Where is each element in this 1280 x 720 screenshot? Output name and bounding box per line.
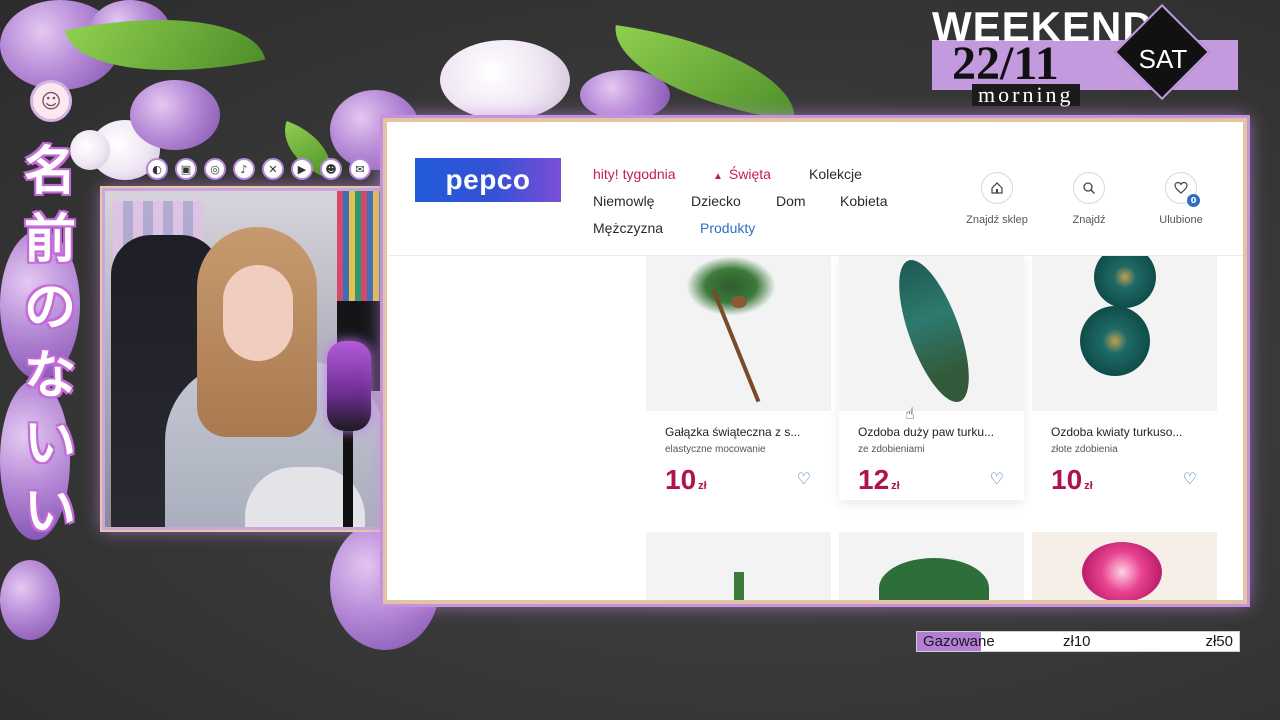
search-button[interactable]: Znajdź bbox=[1051, 172, 1127, 226]
mouse-cursor-icon: ☝ bbox=[905, 404, 915, 423]
youtube-icon: ▶ bbox=[291, 158, 313, 180]
product-card[interactable]: Gałązka świąteczna z s... elastyczne moc… bbox=[646, 256, 831, 500]
search-icon bbox=[1073, 172, 1105, 204]
nav-mezczyzna[interactable]: Mężczyzna bbox=[593, 220, 700, 236]
title-char: い bbox=[23, 482, 76, 542]
product-price: 12 zł bbox=[858, 464, 900, 496]
donation-goal-bar: Gazowane zł10 zł50 bbox=[916, 631, 1240, 652]
nav-dom[interactable]: Dom bbox=[776, 193, 840, 209]
twitch-icon: ▣ bbox=[175, 158, 197, 180]
weekend-badge: WEEKEND 22/11 morning SAT bbox=[932, 3, 1240, 106]
find-store-button[interactable]: Znajdź sklep bbox=[959, 172, 1035, 226]
pepco-logo[interactable]: pepco bbox=[415, 158, 561, 202]
product-subtitle: ze zdobieniami bbox=[858, 444, 925, 455]
product-grid: Gałązka świąteczna z s... elastyczne moc… bbox=[646, 256, 1226, 600]
nav-swieta-label: Święta bbox=[728, 165, 771, 182]
price-currency: zł bbox=[891, 480, 900, 492]
add-to-favorites-icon[interactable]: ♡ bbox=[797, 469, 811, 488]
product-title[interactable]: Ozdoba duży paw turku... bbox=[858, 425, 1008, 439]
microphone bbox=[327, 341, 371, 431]
webcam-feed bbox=[102, 188, 410, 530]
product-image[interactable] bbox=[646, 532, 831, 600]
price-currency: zł bbox=[1084, 480, 1093, 492]
avatar-badge: ☺ bbox=[30, 80, 72, 122]
product-subtitle: złote zdobienia bbox=[1051, 444, 1118, 455]
favorites-label: Ulubione bbox=[1159, 214, 1203, 226]
find-store-label: Znajdź sklep bbox=[966, 214, 1028, 226]
price-value: 10 bbox=[1051, 464, 1083, 495]
title-char: な bbox=[23, 346, 76, 406]
price-currency: zł bbox=[698, 480, 707, 492]
header-actions: Znajdź sklep Znajdź 0 Ulubione bbox=[959, 172, 1219, 226]
goal-current: zł10 bbox=[1063, 633, 1091, 650]
nav-kobieta[interactable]: Kobieta bbox=[840, 193, 887, 209]
cam-mic-arm bbox=[343, 431, 353, 527]
product-title[interactable]: Gałązka świąteczna z s... bbox=[665, 425, 815, 439]
title-char: 前 bbox=[23, 210, 76, 270]
discord-icon: ☻ bbox=[320, 158, 342, 180]
product-price: 10 zł bbox=[665, 464, 707, 496]
cam-person-face bbox=[223, 265, 293, 361]
title-char: 名 bbox=[23, 142, 76, 202]
product-card[interactable]: Ozdoba duży paw turku... ze zdobieniami … bbox=[839, 256, 1024, 500]
heart-icon: 0 bbox=[1165, 172, 1200, 207]
search-label: Znajdź bbox=[1072, 214, 1106, 226]
main-nav: hity! tygodnia ▲ Święta Kolekcje Niemowlę… bbox=[593, 160, 913, 241]
home-icon bbox=[981, 172, 1013, 204]
site-header: pepco hity! tygodnia ▲ Święta Kolekcje Ni… bbox=[387, 122, 1243, 256]
weekend-day: SAT bbox=[1138, 44, 1188, 74]
tree-icon: ▲ bbox=[713, 170, 723, 182]
goal-label: Gazowane bbox=[923, 633, 995, 650]
nav-niemowle[interactable]: Niemowlę bbox=[593, 193, 691, 209]
favorites-count-badge: 0 bbox=[1187, 194, 1200, 207]
nav-produkty[interactable]: Produkty bbox=[700, 220, 755, 236]
instagram-icon: ◎ bbox=[204, 158, 226, 180]
mail-icon: ✉ bbox=[349, 158, 371, 180]
vertical-title: 名 前 の な い い bbox=[20, 140, 80, 544]
price-value: 12 bbox=[858, 464, 890, 495]
price-value: 10 bbox=[665, 464, 697, 495]
product-subtitle: elastyczne mocowanie bbox=[665, 444, 766, 455]
nav-kolekcje[interactable]: Kolekcje bbox=[809, 166, 862, 182]
nav-hity-tygodnia[interactable]: hity! tygodnia bbox=[593, 166, 713, 182]
product-card[interactable]: Ozdoba kwiaty turkuso... złote zdobienia… bbox=[1032, 256, 1217, 500]
social-icons: ◐ ▣ ◎ ♪ ✕ ▶ ☻ ✉ bbox=[146, 158, 371, 180]
product-image[interactable] bbox=[1032, 532, 1217, 600]
product-price: 10 zł bbox=[1051, 464, 1093, 496]
favorites-button[interactable]: 0 Ulubione bbox=[1143, 172, 1219, 226]
streamlabs-icon: ◐ bbox=[146, 158, 168, 180]
product-image[interactable] bbox=[839, 532, 1024, 600]
browser-capture: pepco hity! tygodnia ▲ Święta Kolekcje Ni… bbox=[383, 118, 1247, 604]
product-image[interactable] bbox=[839, 256, 1024, 411]
goal-target: zł50 bbox=[1205, 633, 1233, 650]
nav-swieta[interactable]: ▲ Święta bbox=[713, 166, 809, 182]
title-char: の bbox=[23, 278, 76, 338]
title-char: い bbox=[23, 414, 76, 474]
product-image[interactable] bbox=[1032, 256, 1217, 411]
product-title[interactable]: Ozdoba kwiaty turkuso... bbox=[1051, 425, 1201, 439]
add-to-favorites-icon[interactable]: ♡ bbox=[1183, 469, 1197, 488]
tiktok-icon: ♪ bbox=[233, 158, 255, 180]
nav-dziecko[interactable]: Dziecko bbox=[691, 193, 776, 209]
product-image[interactable] bbox=[646, 256, 831, 411]
add-to-favorites-icon[interactable]: ♡ bbox=[990, 469, 1004, 488]
x-icon: ✕ bbox=[262, 158, 284, 180]
weekend-time: morning bbox=[972, 84, 1080, 106]
